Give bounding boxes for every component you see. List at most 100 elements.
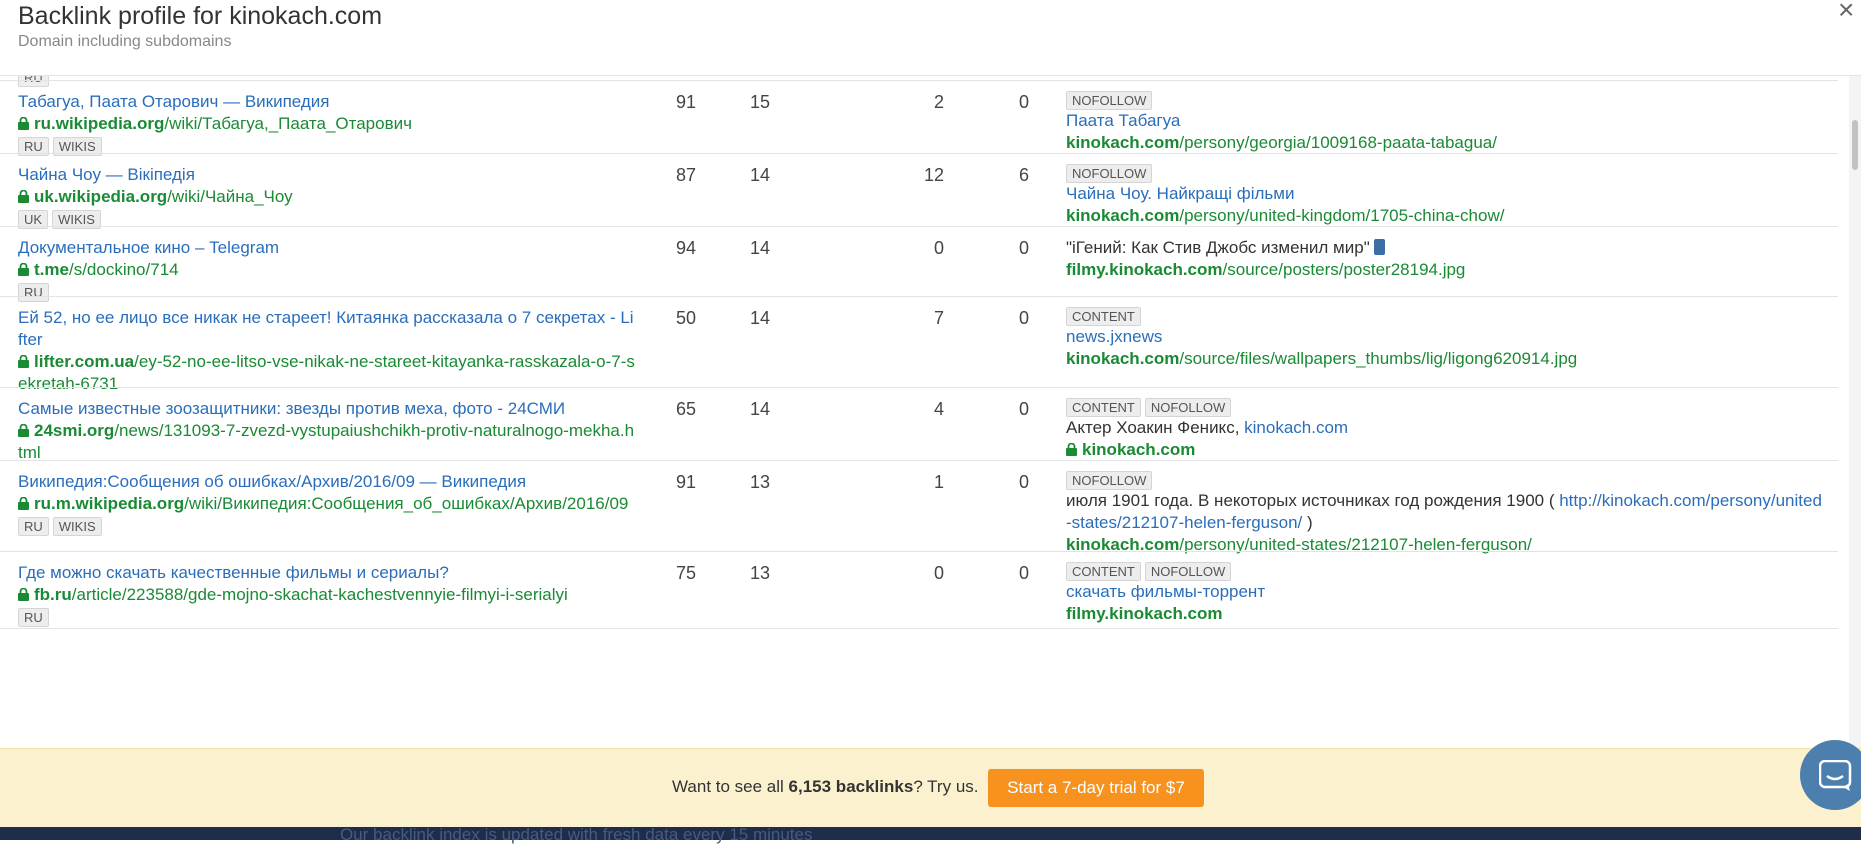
url-rating: 14 (749, 308, 770, 328)
anchor-cell: CONTENT news.jxnews kinokach.com/source/… (1066, 307, 1826, 370)
domain-rating: 87 (675, 165, 696, 185)
link-type-tag: NOFOLLOW (1066, 164, 1153, 183)
lock-icon (18, 584, 34, 606)
footer-text: Our backlink index is updated with fresh… (340, 825, 813, 844)
anchor-inline-link[interactable]: kinokach.com (1244, 418, 1348, 437)
url-rating: 13 (749, 472, 770, 492)
banner-text: Want to see all 6,153 backlinks? Try us. (672, 777, 979, 796)
url-rating: 13 (749, 563, 770, 583)
domain-rating: 91 (675, 92, 696, 112)
link-type-tag: NOFOLLOW (1144, 398, 1232, 417)
external-links: 0 (933, 563, 944, 583)
anchor-text[interactable]: скачать фильмы-торрент (1066, 581, 1826, 603)
referring-page-title[interactable]: Ей 52, но ее лицо все никак не стареет! … (18, 307, 638, 351)
external-links: 2 (933, 92, 944, 112)
referring-page-cell: Табагуа, Паата Отарович — Википедия ru.w… (18, 91, 638, 156)
anchor-cell: CONTENT NOFOLLOW Актер Хоакин Феникс, kin… (1066, 398, 1826, 461)
upgrade-banner: Want to see all 6,153 backlinks? Try us.… (0, 748, 1861, 828)
anchor-text[interactable]: Чайна Чоу. Найкращі фільми (1066, 183, 1826, 205)
anchor-cell: NOFOLLOW Чайна Чоу. Найкращі фільми kino… (1066, 164, 1826, 227)
domain-rating: 94 (675, 238, 696, 258)
referring-page-url[interactable]: uk.wikipedia.org/wiki/Чайна_Чоу (18, 186, 638, 208)
scrollbar-thumb[interactable] (1852, 120, 1858, 170)
referring-page-cell: Документальное кино – Telegram t.me/s/do… (18, 237, 638, 302)
external-links: 0 (933, 238, 944, 258)
table-row: Википедия:Сообщения об ошибках/Архив/201… (0, 460, 1838, 554)
lock-icon (18, 351, 34, 373)
lock-icon (18, 259, 34, 281)
referring-page-url[interactable]: fb.ru/article/223588/gde-mojno-skachat-k… (18, 584, 638, 606)
internal-links: 0 (1018, 399, 1029, 419)
backlink-count: 6,153 backlinks (788, 777, 914, 796)
referring-page-cell: Чайна Чоу — Вікіпедія uk.wikipedia.org/w… (18, 164, 638, 229)
close-icon[interactable]: × (1838, 0, 1854, 26)
referring-page-title[interactable]: Табагуа, Паата Отарович — Википедия (18, 91, 638, 113)
anchor-text: Актер Хоакин Феникс, kinokach.com (1066, 418, 1349, 437)
referring-page-url[interactable]: t.me/s/dockino/714 (18, 259, 638, 281)
lock-icon (18, 493, 34, 515)
language-tag: RU (18, 608, 49, 627)
target-url[interactable]: filmy.kinokach.com (1066, 603, 1826, 625)
internal-links: 0 (1018, 92, 1029, 112)
lock-icon (18, 186, 34, 208)
referring-page-title[interactable]: Чайна Чоу — Вікіпедія (18, 164, 638, 186)
table-row: Где можно скачать качественные фильмы и … (0, 551, 1838, 629)
link-type-tag: CONTENT (1066, 307, 1141, 326)
page-subtitle: Domain including subdomains (18, 33, 232, 50)
backlinks-table: RU Табагуа, Паата Отарович — Википедия r… (0, 75, 1840, 748)
target-url[interactable]: kinokach.com/persony/united-kingdom/1705… (1066, 205, 1826, 227)
scrollbar[interactable] (1849, 75, 1861, 748)
external-links: 4 (933, 399, 944, 419)
link-type-tag: NOFOLLOW (1066, 471, 1153, 490)
language-tag: RU (18, 517, 49, 536)
url-rating: 14 (749, 238, 770, 258)
referring-page-cell: Ей 52, но ее лицо все никак не стареет! … (18, 307, 638, 395)
referring-page-title[interactable]: Где можно скачать качественные фильмы и … (18, 562, 638, 584)
referring-page-url[interactable]: 24smi.org/news/131093-7-zvezd-vystupaius… (18, 420, 638, 464)
referring-page-title[interactable]: Википедия:Сообщения об ошибках/Архив/201… (18, 471, 638, 493)
lock-icon (18, 420, 34, 442)
footer: Our backlink index is updated with fresh… (0, 825, 1861, 844)
start-trial-button[interactable]: Start a 7-day trial for $7 (988, 769, 1204, 807)
anchor-cell: CONTENT NOFOLLOW скачать фильмы-торрент f… (1066, 562, 1826, 625)
link-type-tag: NOFOLLOW (1144, 562, 1232, 581)
referring-page-url[interactable]: ru.m.wikipedia.org/wiki/Википедия:Сообще… (18, 493, 638, 515)
referring-page-cell: Самые известные зоозащитники: звезды про… (18, 398, 638, 464)
category-tag: WIKIS (52, 517, 102, 536)
modal-header: Backlink profile for kinokach.com Domain… (0, 0, 1861, 76)
link-type-tag: CONTENT (1066, 562, 1141, 581)
table-row: Ей 52, но ее лицо все никак не стареет! … (0, 296, 1838, 393)
page-title: Backlink profile for kinokach.com (18, 2, 383, 30)
anchor-cell: NOFOLLOW Паата Табагуа kinokach.com/pers… (1066, 91, 1826, 154)
chat-icon[interactable] (1800, 740, 1861, 810)
target-url[interactable]: kinokach.com (1066, 439, 1826, 461)
table-row: Чайна Чоу — Вікіпедія uk.wikipedia.org/w… (0, 153, 1838, 229)
internal-links: 0 (1018, 472, 1029, 492)
lock-icon (18, 113, 34, 135)
referring-page-title[interactable]: Документальное кино – Telegram (18, 237, 638, 259)
external-links: 12 (923, 165, 944, 185)
url-rating: 15 (749, 92, 770, 112)
domain-rating: 75 (675, 563, 696, 583)
referring-page-url[interactable]: ru.wikipedia.org/wiki/Табагуа,_Паата_Ота… (18, 113, 638, 135)
domain-rating: 50 (675, 308, 696, 328)
domain-rating: 65 (675, 399, 696, 419)
anchor-text[interactable]: news.jxnews (1066, 326, 1826, 348)
anchor-text: июля 1901 года. В некоторых источниках г… (1066, 491, 1822, 532)
link-type-tag: CONTENT (1066, 398, 1141, 417)
anchor-cell: "iГений: Как Стив Джобс изменил мир" fil… (1066, 237, 1826, 281)
referring-page-cell: Википедия:Сообщения об ошибках/Архив/201… (18, 471, 638, 536)
link-type-tag: NOFOLLOW (1066, 91, 1153, 110)
referring-page-title[interactable]: Самые известные зоозащитники: звезды про… (18, 398, 638, 420)
external-links: 1 (933, 472, 944, 492)
table-row: Документальное кино – Telegram t.me/s/do… (0, 226, 1838, 302)
anchor-text: "iГений: Как Стив Джобс изменил мир" (1066, 237, 1826, 259)
anchor-text[interactable]: Паата Табагуа (1066, 110, 1826, 132)
url-rating: 14 (749, 399, 770, 419)
internal-links: 0 (1018, 563, 1029, 583)
target-url[interactable]: kinokach.com/persony/georgia/1009168-paa… (1066, 132, 1826, 154)
target-url[interactable]: filmy.kinokach.com/source/posters/poster… (1066, 259, 1826, 281)
internal-links: 0 (1018, 308, 1029, 328)
phone-icon (1373, 239, 1385, 255)
target-url[interactable]: kinokach.com/source/files/wallpapers_thu… (1066, 348, 1826, 370)
